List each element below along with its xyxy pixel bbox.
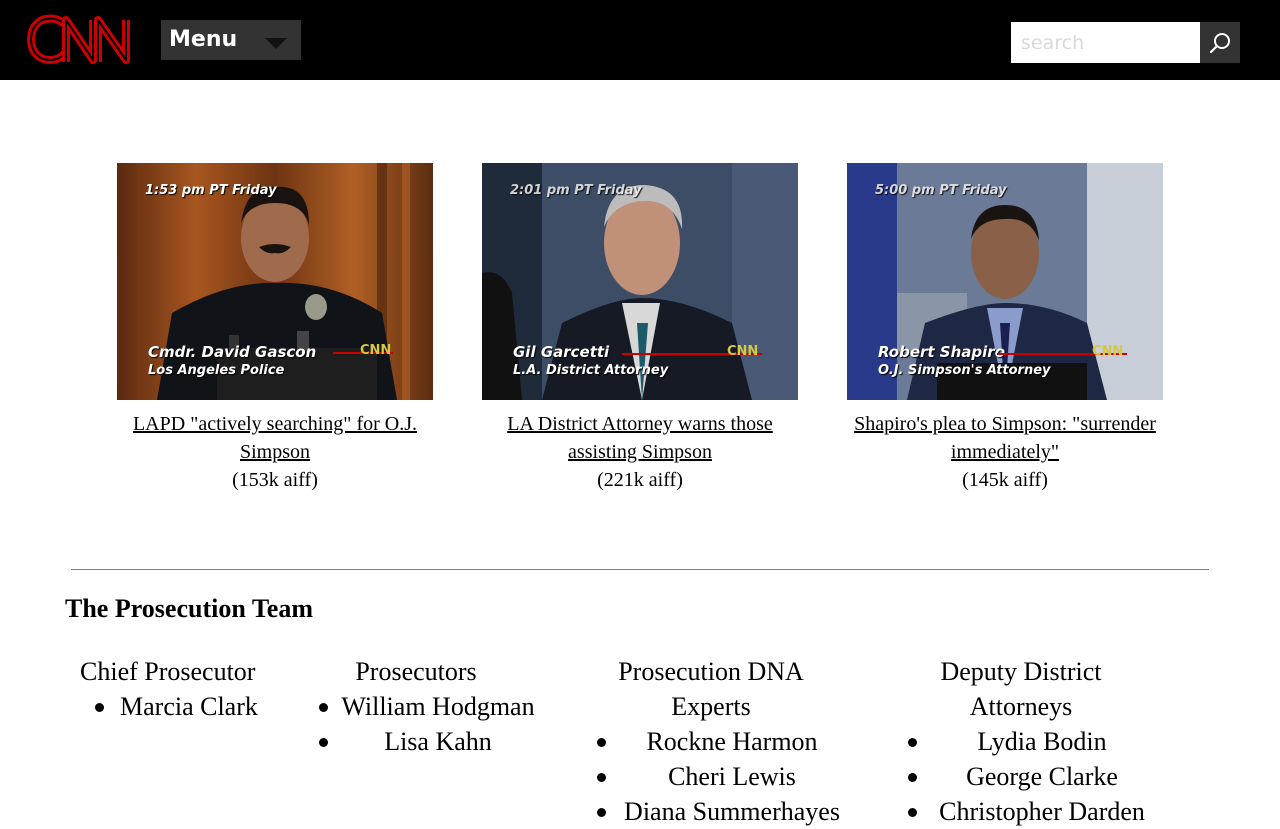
- bullet-icon: [908, 808, 917, 817]
- bullet-icon: [597, 738, 606, 747]
- team-column-prosecutors: Prosecutors William Hodgman Lisa Kahn: [310, 654, 550, 759]
- menu-button[interactable]: Menu: [161, 20, 301, 60]
- list-item: Marcia Clark: [80, 689, 300, 724]
- chevron-down-icon: [265, 38, 287, 49]
- team-column-dna-experts: Prosecution DNA Experts Rockne Harmon Ch…: [578, 654, 858, 829]
- video-item: 1:53 pm PT Friday Cmdr. David Gascon Los…: [117, 163, 433, 494]
- team-column-heading: Chief Prosecutor: [80, 657, 256, 686]
- video-cnn-watermark: CNN: [727, 344, 759, 359]
- video-title-overlay: Los Angeles Police: [148, 363, 285, 378]
- bullet-icon: [319, 738, 328, 747]
- video-item: 2:01 pm PT Friday Gil Garcetti L.A. Dist…: [482, 163, 798, 494]
- team-column-chief: Chief Prosecutor Marcia Clark: [80, 654, 300, 724]
- top-nav-bar: Menu: [0, 0, 1280, 80]
- video-timestamp-overlay: 2:01 pm PT Friday: [510, 183, 642, 198]
- team-column-heading: Deputy District Attorneys: [940, 657, 1102, 721]
- list-item: Diana Summerhayes: [578, 794, 846, 829]
- cnn-logo[interactable]: [26, 12, 136, 68]
- video-caption-link[interactable]: LA District Attorney warns those assisti…: [482, 410, 798, 466]
- team-column-heading: Prosecution DNA Experts: [618, 657, 804, 721]
- team-column-deputy-das: Deputy District Attorneys Lydia Bodin Ge…: [889, 654, 1179, 829]
- bullet-icon: [908, 738, 917, 747]
- video-timestamp-overlay: 1:53 pm PT Friday: [145, 183, 277, 198]
- bullet-icon: [95, 703, 104, 712]
- video-cnn-watermark: CNN: [1092, 344, 1124, 359]
- section-heading: The Prosecution Team: [65, 594, 313, 623]
- list-item: Cheri Lewis: [578, 759, 846, 794]
- bullet-icon: [319, 703, 328, 712]
- search-input[interactable]: [1011, 22, 1200, 63]
- bullet-icon: [597, 773, 606, 782]
- member-list: Lydia Bodin George Clarke Christopher Da…: [889, 724, 1179, 829]
- team-column-heading: Prosecutors: [355, 657, 477, 686]
- list-item: Christopher Darden: [889, 794, 1155, 829]
- cnn-logo-icon: [26, 14, 130, 64]
- video-name-overlay: Robert Shapiro: [878, 343, 1005, 361]
- file-size: (221k aiff): [597, 469, 683, 491]
- video-thumbnail[interactable]: 5:00 pm PT Friday Robert Shapiro O.J. Si…: [847, 163, 1163, 400]
- video-thumbnail[interactable]: 2:01 pm PT Friday Gil Garcetti L.A. Dist…: [482, 163, 798, 400]
- search-button[interactable]: [1200, 22, 1240, 63]
- bullet-icon: [597, 808, 606, 817]
- video-caption-link[interactable]: Shapiro's plea to Simpson: "surrender im…: [847, 410, 1163, 466]
- file-size: (153k aiff): [232, 469, 318, 491]
- member-list: Rockne Harmon Cheri Lewis Diana Summerha…: [578, 724, 858, 829]
- video-title-overlay: O.J. Simpson's Attorney: [878, 363, 1051, 378]
- list-item: Lydia Bodin: [889, 724, 1155, 759]
- video-item: 5:00 pm PT Friday Robert Shapiro O.J. Si…: [847, 163, 1163, 494]
- video-title-overlay: L.A. District Attorney: [513, 363, 669, 378]
- member-list: Marcia Clark: [80, 689, 300, 724]
- search-icon: [1209, 33, 1230, 54]
- file-size: (145k aiff): [962, 469, 1048, 491]
- video-caption-link[interactable]: LAPD "actively searching" for O.J. Simps…: [117, 410, 433, 466]
- list-item: Rockne Harmon: [578, 724, 846, 759]
- video-timestamp-overlay: 5:00 pm PT Friday: [875, 183, 1007, 198]
- list-item: Lisa Kahn: [310, 724, 536, 759]
- video-name-overlay: Cmdr. David Gascon: [148, 343, 317, 361]
- list-item: William Hodgman: [310, 689, 536, 724]
- bullet-icon: [908, 773, 917, 782]
- video-cnn-watermark: CNN: [360, 343, 392, 358]
- list-item: George Clarke: [889, 759, 1155, 794]
- video-name-overlay: Gil Garcetti: [513, 343, 610, 361]
- menu-label: Menu: [169, 27, 238, 52]
- video-thumbnail[interactable]: 1:53 pm PT Friday Cmdr. David Gascon Los…: [117, 163, 433, 400]
- member-list: William Hodgman Lisa Kahn: [310, 689, 550, 759]
- horizontal-rule: [71, 569, 1209, 570]
